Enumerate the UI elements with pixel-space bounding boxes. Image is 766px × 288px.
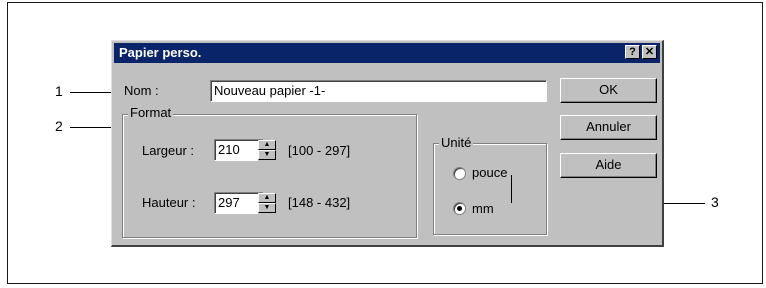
- callout-3: 3: [711, 194, 719, 210]
- unit-legend: Unité: [439, 135, 474, 150]
- ok-button[interactable]: OK: [560, 78, 657, 103]
- close-icon[interactable]: ✕: [642, 45, 657, 59]
- format-legend: Format: [128, 105, 174, 120]
- callout-3-tick: [511, 175, 512, 203]
- mm-radio[interactable]: [453, 202, 466, 215]
- help-button[interactable]: Aide: [560, 153, 657, 178]
- callout-2: 2: [55, 118, 63, 134]
- height-spinner[interactable]: ▲ ▼: [258, 193, 276, 214]
- cancel-button[interactable]: Annuler: [560, 115, 657, 140]
- width-spin-down-icon[interactable]: ▼: [258, 150, 276, 160]
- format-group: [122, 114, 417, 238]
- name-label: Nom :: [124, 83, 159, 98]
- dialog-title: Papier perso.: [119, 45, 202, 60]
- custom-paper-dialog: Papier perso. ? ✕ Nom : Nouveau papier -…: [111, 40, 664, 247]
- pouce-label: pouce: [472, 165, 508, 180]
- width-label: Largeur :: [142, 143, 195, 158]
- width-spin-up-icon[interactable]: ▲: [258, 140, 276, 150]
- height-spin-up-icon[interactable]: ▲: [258, 193, 276, 203]
- pouce-radio[interactable]: [453, 167, 466, 180]
- title-bar[interactable]: Papier perso. ? ✕: [114, 43, 660, 63]
- name-input[interactable]: Nouveau papier -1-: [210, 80, 547, 102]
- height-spin-down-icon[interactable]: ▼: [258, 203, 276, 213]
- width-input[interactable]: 210: [214, 139, 264, 161]
- mm-label: mm: [472, 201, 494, 216]
- unit-group: [433, 143, 547, 235]
- height-range: [148 - 432]: [288, 195, 351, 210]
- width-spinner[interactable]: ▲ ▼: [258, 140, 276, 161]
- height-input[interactable]: 297: [214, 192, 264, 214]
- callout-1: 1: [55, 83, 63, 99]
- height-label: Hauteur :: [142, 195, 196, 210]
- help-question-icon[interactable]: ?: [625, 45, 640, 59]
- width-range: [100 - 297]: [288, 143, 351, 158]
- radio-selected-dot: [457, 206, 462, 211]
